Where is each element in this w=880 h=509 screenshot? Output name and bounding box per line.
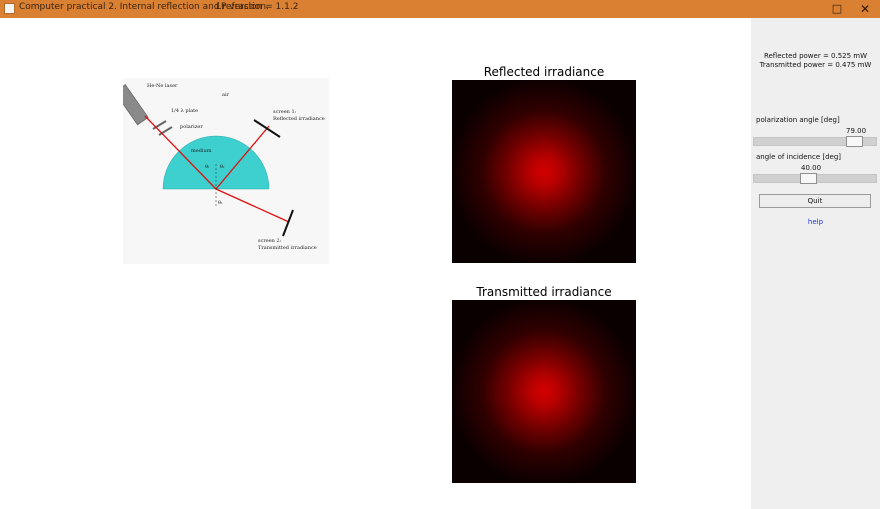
quit-button[interactable]: Quit (759, 194, 871, 208)
polarization-slider[interactable] (753, 136, 877, 147)
plate-label: 1/4 λ plate (171, 108, 198, 114)
polarization-value: 79.00 (846, 127, 867, 135)
window-titlebar[interactable]: Computer practical 2. Internal reflectio… (0, 0, 880, 18)
screen-2 (282, 209, 294, 237)
transmitted-beam (215, 188, 290, 223)
polarization-label: polarization angle [deg] (756, 116, 840, 124)
polarizer-label: polarizer (180, 124, 203, 130)
theta-i-label: θᵢ (205, 164, 209, 170)
setup-diagram: He-Ne laser air 1/4 λ plate polarizer me… (114, 78, 329, 264)
screen2-label-line1: screen 2: (258, 238, 282, 244)
close-button[interactable]: ✕ (857, 1, 873, 17)
reflected-title: Reflected irradiance (483, 65, 605, 79)
control-panel: Reflected power = 0.525 mW Transmitted p… (751, 18, 880, 509)
transmitted-power-readout: Transmitted power = 0.475 mW (759, 61, 872, 69)
java-icon (4, 3, 15, 14)
transmitted-title: Transmitted irradiance (476, 285, 612, 299)
theta-r-label: θᵣ (220, 164, 225, 170)
version-label: LP version = 1.1.2 (216, 2, 299, 12)
transmitted-irradiance-image (452, 300, 636, 483)
transmitted-spot (452, 300, 636, 483)
laser-label: He-Ne laser (147, 83, 178, 89)
screen2-label-line2: Transmitted irradiance (258, 245, 317, 251)
quarter-wave-plate (152, 120, 167, 130)
theta-t-label: θₜ (218, 200, 223, 206)
medium-label: medium (191, 148, 212, 154)
incidence-value: 40.00 (801, 164, 822, 172)
screen-1 (253, 119, 281, 138)
polarizer (158, 126, 173, 136)
screen1-label-line1: screen 1: (273, 109, 297, 115)
laser-icon (114, 84, 149, 126)
maximize-button[interactable]: □ (829, 1, 845, 17)
incidence-slider-thumb[interactable] (800, 173, 817, 184)
reflected-irradiance-image (452, 80, 636, 263)
help-link[interactable]: help (751, 218, 880, 226)
incidence-label: angle of incidence [deg] (756, 153, 842, 161)
reflected-power-readout: Reflected power = 0.525 mW (763, 52, 868, 60)
setup-diagram-svg: He-Ne laser air 1/4 λ plate polarizer me… (114, 83, 325, 251)
screen1-label-line2: Reflected irradiance (273, 116, 325, 122)
air-label: air (222, 92, 230, 98)
incidence-slider[interactable] (753, 173, 877, 184)
polarization-slider-thumb[interactable] (846, 136, 863, 147)
reflected-spot (452, 80, 636, 263)
